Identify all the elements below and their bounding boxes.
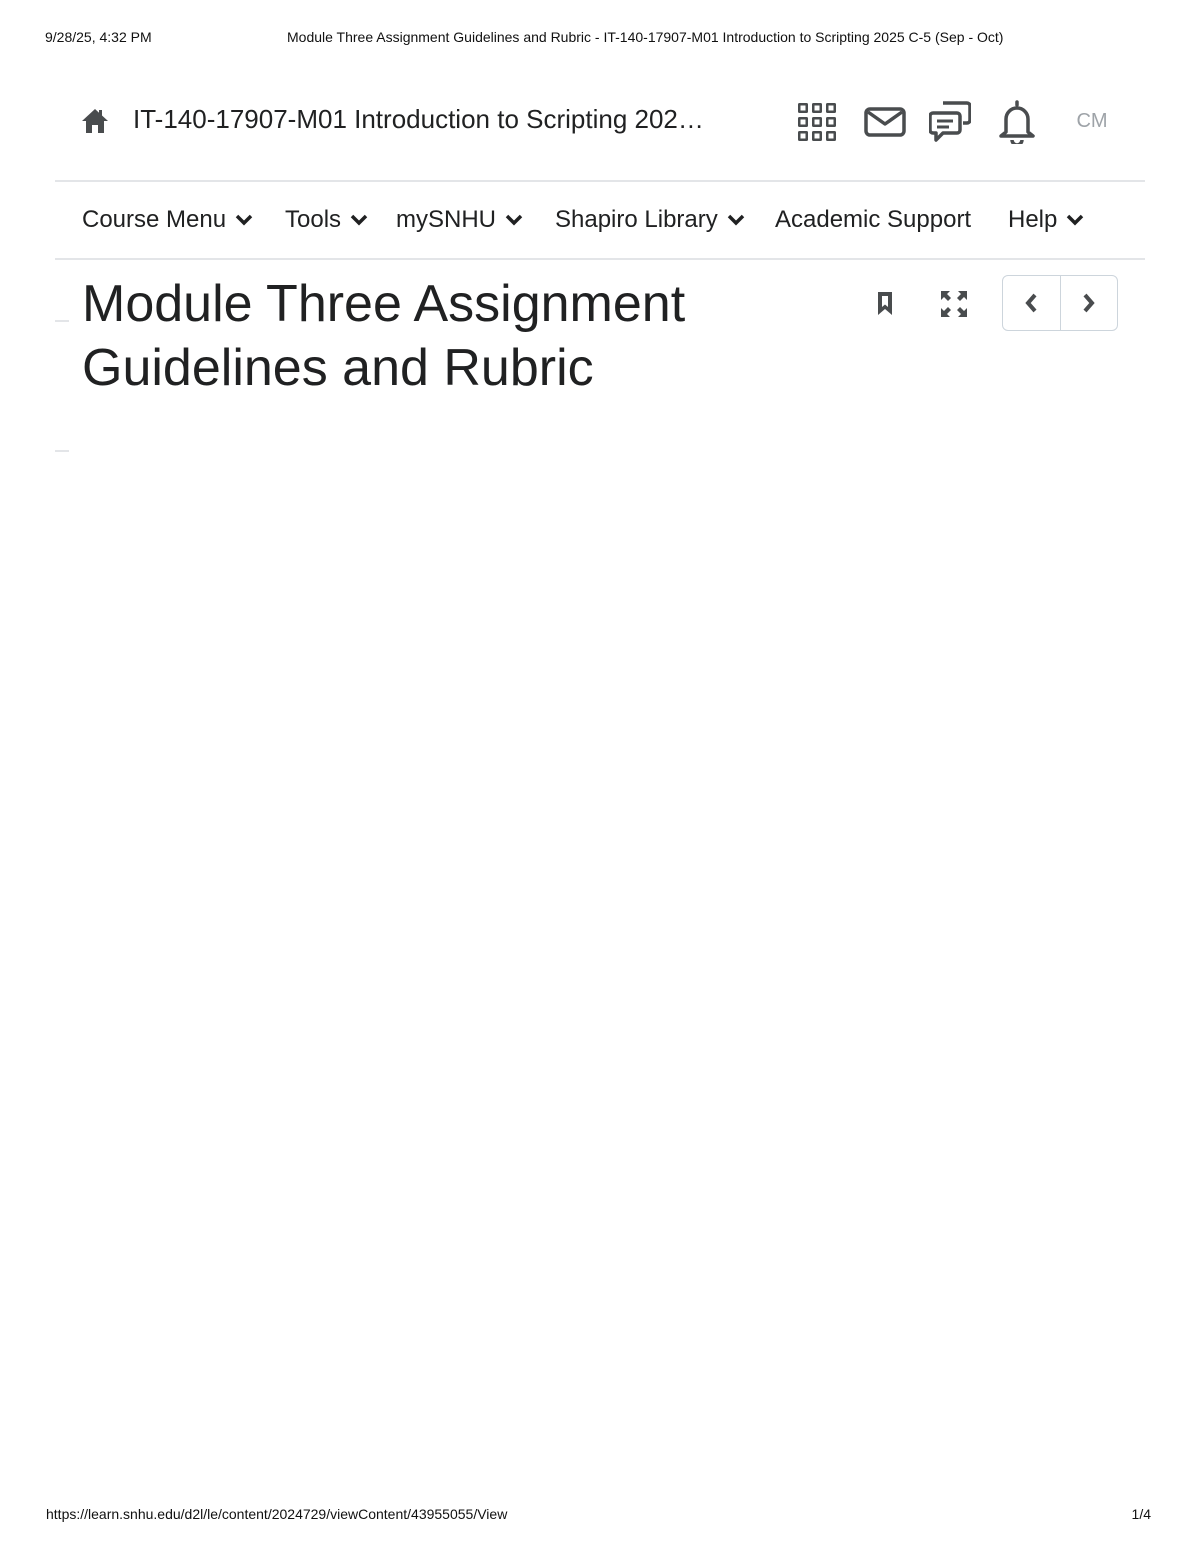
fullscreen-icon[interactable] (934, 284, 974, 324)
main-navigation: Course Menu Tools mySNHU Shapiro Library… (55, 182, 1145, 260)
next-topic-button[interactable] (1059, 276, 1118, 330)
nav-label: mySNHU (396, 206, 496, 233)
chevron-right-icon (1083, 293, 1095, 313)
nav-label: Course Menu (82, 206, 227, 233)
nav-tools[interactable]: Tools (285, 202, 368, 238)
print-footer: https://learn.snhu.edu/d2l/le/content/20… (0, 1506, 1200, 1526)
nav-label: Tools (285, 206, 342, 233)
nav-label: Academic Support (775, 206, 972, 233)
chevron-left-icon (1025, 293, 1037, 313)
chevron-down-icon (727, 214, 744, 226)
bell-icon[interactable] (995, 100, 1039, 144)
topic-pager (1002, 275, 1118, 331)
chat-icon[interactable] (928, 100, 972, 144)
print-datetime: 9/28/25, 4:32 PM (45, 29, 152, 45)
divider-mark (55, 320, 69, 322)
divider-mark (55, 450, 69, 452)
previous-topic-button[interactable] (1003, 276, 1060, 330)
page-title: Module Three Assignment Guidelines and R… (82, 275, 686, 397)
chevron-down-icon (235, 214, 253, 226)
chevron-down-icon (1067, 214, 1084, 226)
course-header: IT-140-17907-M01 Introduction to Scripti… (55, 78, 1145, 182)
home-icon[interactable] (81, 108, 109, 134)
nav-course-menu[interactable]: Course Menu (82, 202, 253, 238)
user-avatar-initials[interactable]: CM (1067, 106, 1117, 136)
chevron-down-icon (350, 214, 368, 226)
print-page-indicator: 1/4 (1131, 1506, 1151, 1522)
print-url: https://learn.snhu.edu/d2l/le/content/20… (46, 1506, 508, 1522)
nav-academic-support[interactable]: Academic Support (775, 202, 971, 238)
course-title[interactable]: IT-140-17907-M01 Introduction to Scripti… (133, 100, 748, 138)
bookmark-icon[interactable] (865, 284, 905, 324)
nav-mysnhu[interactable]: mySNHU (396, 202, 523, 238)
chevron-down-icon (505, 214, 523, 226)
print-header: 9/28/25, 4:32 PM Module Three Assignment… (0, 29, 1200, 49)
nav-help[interactable]: Help (1008, 202, 1084, 238)
nav-shapiro-library[interactable]: Shapiro Library (555, 202, 745, 238)
nav-label: Help (1008, 206, 1058, 233)
print-document-title: Module Three Assignment Guidelines and R… (287, 29, 1004, 45)
nav-label: Shapiro Library (555, 206, 718, 233)
waffle-grid-icon[interactable] (795, 100, 839, 144)
mail-icon[interactable] (863, 100, 907, 144)
